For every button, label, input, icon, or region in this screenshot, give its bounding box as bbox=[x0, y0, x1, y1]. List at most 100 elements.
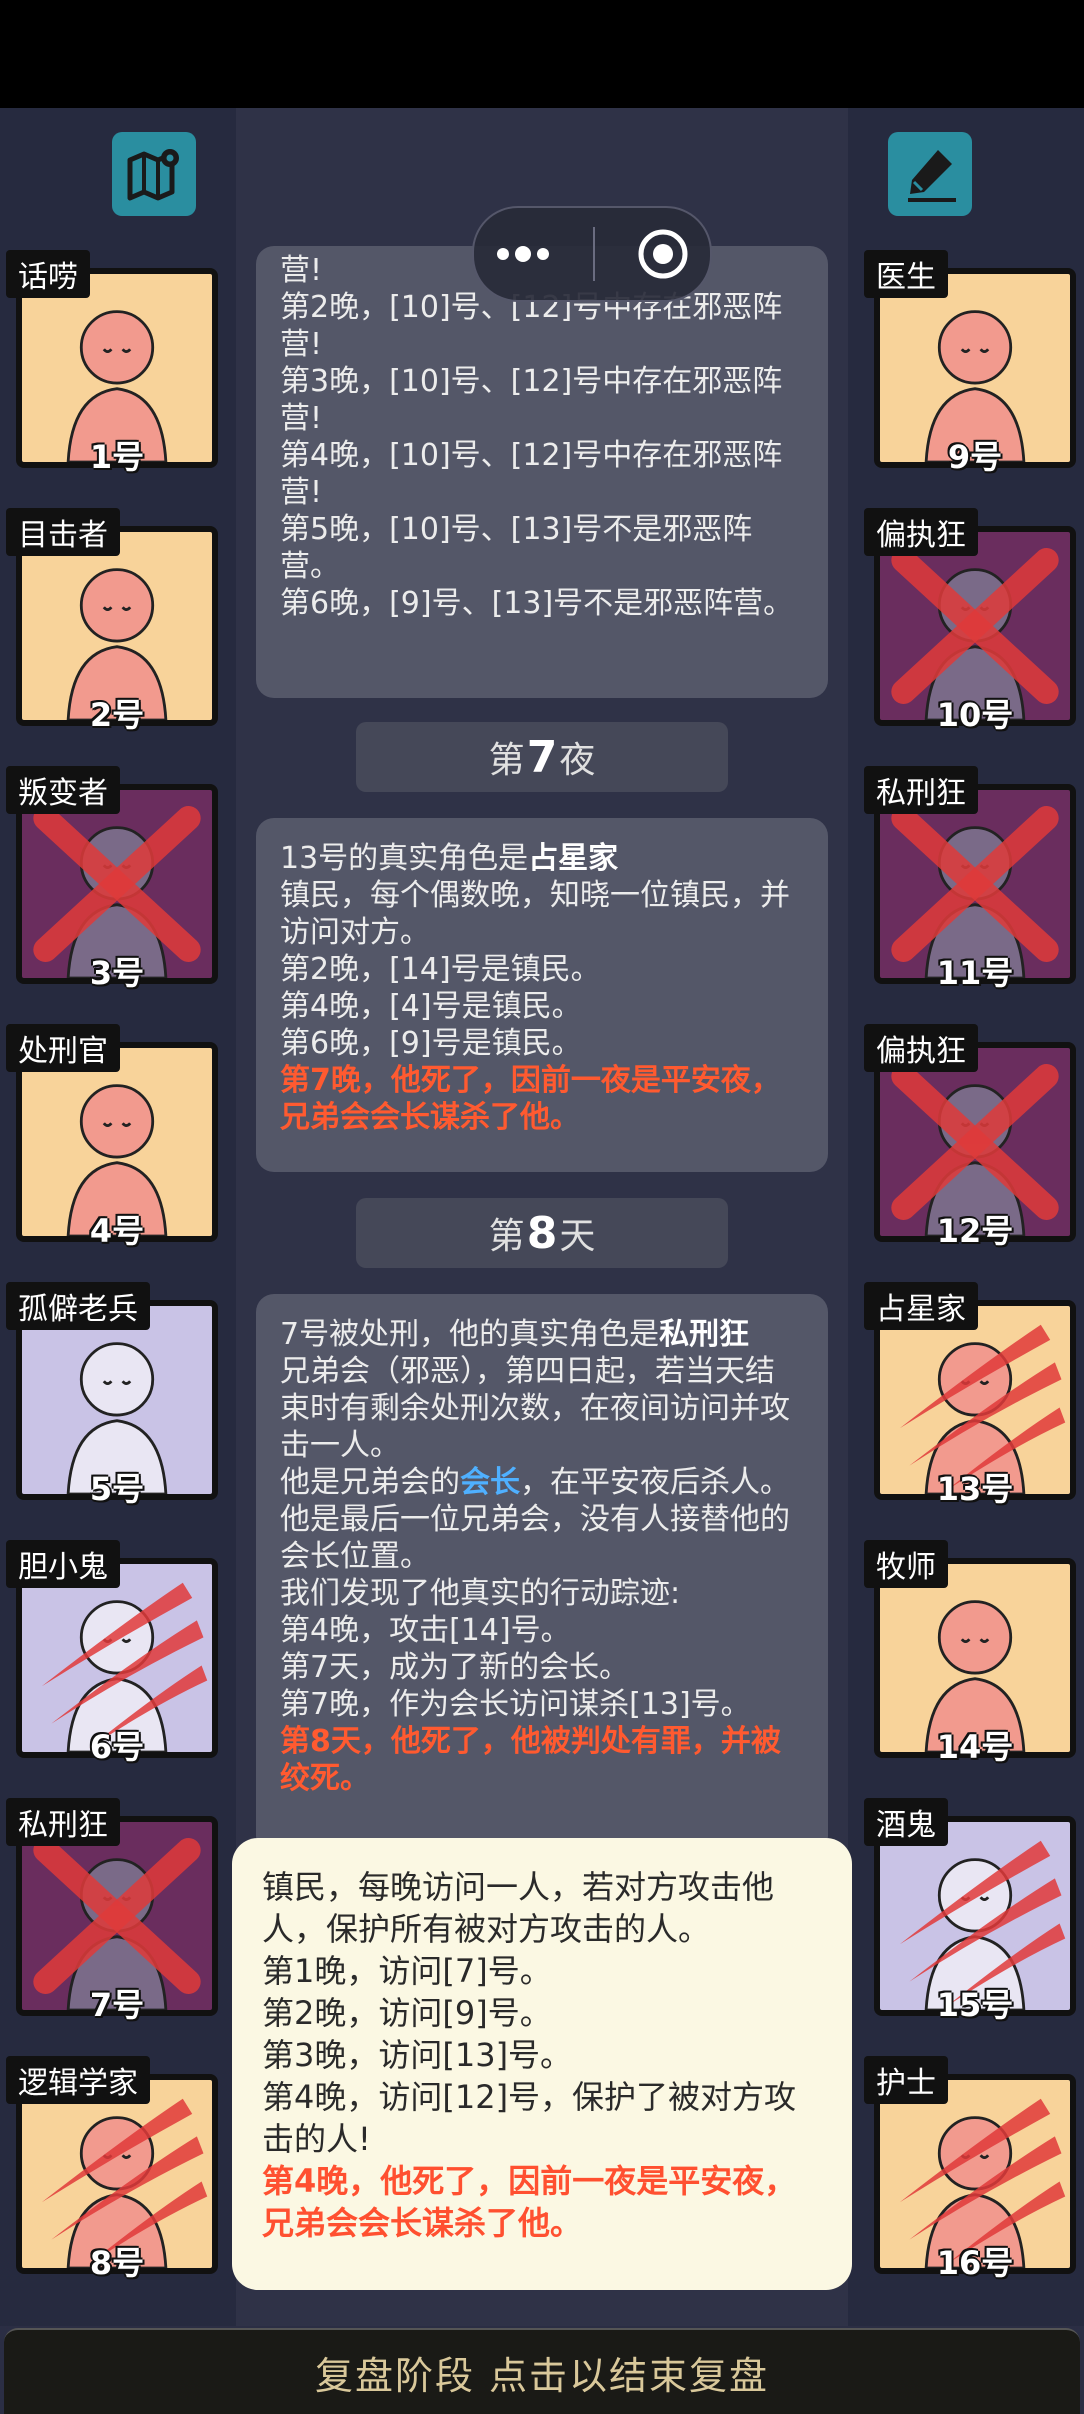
player-number: 7号 bbox=[89, 1986, 145, 2024]
role-label: 牧师 bbox=[864, 1540, 948, 1588]
role-label: 逻辑学家 bbox=[6, 2056, 150, 2104]
mini-program-capsule bbox=[472, 206, 712, 302]
role-detail-popup[interactable]: 镇民，每晚访问一人，若对方攻击他人，保护所有被对方攻击的人。 第1晚，访问[7]… bbox=[232, 1838, 852, 2290]
phase-prefix: 第 bbox=[488, 1216, 525, 1257]
role-label: 偏执狂 bbox=[864, 508, 978, 556]
player-number: 3号 bbox=[89, 954, 145, 992]
player-card[interactable]: 叛变者 3号 bbox=[6, 766, 218, 992]
role-reveal-text: 7号被处刑，他的真实角色是 bbox=[280, 1317, 660, 1352]
death-note: 第8天，他死了，他被判处有罪，并被绞死。 bbox=[280, 1724, 781, 1796]
more-icon[interactable] bbox=[495, 244, 551, 264]
player-number: 2号 bbox=[89, 696, 145, 734]
phase-header-night7: 第7夜 bbox=[356, 722, 728, 792]
player-number: 16号 bbox=[936, 2244, 1014, 2282]
role-label: 处刑官 bbox=[6, 1024, 120, 1072]
end-review-button[interactable]: 复盘阶段 点击以结束复盘 bbox=[4, 2328, 1080, 2414]
log-line: 第4晚，[10]号、[12]号中存在邪恶阵营! bbox=[280, 438, 783, 510]
log-panel-mid: 13号的真实角色是占星家 镇民，每个偶数晚，知晓一位镇民，并访问对方。 第2晚，… bbox=[256, 818, 828, 1172]
popup-line: 镇民，每晚访问一人，若对方攻击他人，保护所有被对方攻击的人。 bbox=[262, 1868, 775, 1948]
player-number: 4号 bbox=[89, 1212, 145, 1250]
player-number: 10号 bbox=[936, 696, 1014, 734]
player-card[interactable]: 孤僻老兵 5号 bbox=[6, 1282, 218, 1508]
log-panel-bottom: 7号被处刑，他的真实角色是私刑狂 兄弟会（邪恶），第四日起，若当天结束时有剩余处… bbox=[256, 1294, 828, 1854]
player-card[interactable]: 占星家 13号 bbox=[864, 1282, 1076, 1508]
edit-button[interactable] bbox=[888, 132, 972, 216]
player-card[interactable]: 私刑狂 7号 bbox=[6, 1798, 218, 2024]
player-card[interactable]: 胆小鬼 6号 bbox=[6, 1540, 218, 1766]
player-card[interactable]: 护士 16号 bbox=[864, 2056, 1076, 2282]
log-line: 第6晚，[9]号是镇民。 bbox=[280, 1026, 582, 1061]
phase-suffix: 夜 bbox=[559, 740, 596, 781]
log-line: 第6晚，[9]号、[13]号不是邪恶阵营。 bbox=[280, 586, 794, 621]
player-card[interactable]: 私刑狂 11号 bbox=[864, 766, 1076, 992]
log-line: 第4晚，[4]号是镇民。 bbox=[280, 989, 582, 1024]
role-label: 偏执狂 bbox=[864, 1024, 978, 1072]
popup-death-note: 第4晚，他死了，因前一夜是平安夜，兄弟会会长谋杀了他。 bbox=[262, 2162, 797, 2242]
log-line: 我们发现了他真实的行动踪迹: bbox=[280, 1576, 681, 1611]
phase-number: 7 bbox=[526, 731, 558, 783]
player-number: 8号 bbox=[89, 2244, 145, 2282]
role-label: 胆小鬼 bbox=[6, 1540, 120, 1588]
role-label: 护士 bbox=[864, 2056, 948, 2104]
player-card[interactable]: 医生 9号 bbox=[864, 250, 1076, 476]
log-panel-top: 营! 第2晚，[10]号、[12]号中存在邪恶阵营! 第3晚，[10]号、[12… bbox=[256, 246, 828, 698]
role-reveal: 13号的真实角色是占星家 bbox=[280, 840, 804, 877]
log-line: 第2晚，[14]号是镇民。 bbox=[280, 952, 601, 987]
log-line: 第3晚，[10]号、[12]号中存在邪恶阵营! bbox=[280, 364, 783, 436]
log-line: 第5晚，[10]号、[13]号不是邪恶阵营。 bbox=[280, 512, 753, 584]
log-line: 第7天，成为了新的会长。 bbox=[280, 1650, 630, 1685]
capsule-divider bbox=[593, 227, 595, 281]
leader-line: 他是兄弟会的会长，在平安夜后杀人。他是最后一位兄弟会，没有人接替他的会长位置。 bbox=[280, 1464, 804, 1575]
role-label: 医生 bbox=[864, 250, 948, 298]
player-number: 6号 bbox=[89, 1728, 145, 1766]
player-card[interactable]: 偏执狂 10号 bbox=[864, 508, 1076, 734]
log-line: 第4晚，攻击[14]号。 bbox=[280, 1613, 571, 1648]
popup-line: 第3晚，访问[13]号。 bbox=[262, 2036, 573, 2074]
player-card[interactable]: 酒鬼 15号 bbox=[864, 1798, 1076, 2024]
role-name: 占星家 bbox=[528, 841, 619, 876]
player-number: 1号 bbox=[89, 438, 145, 476]
phase-number: 8 bbox=[526, 1207, 558, 1259]
player-number: 5号 bbox=[89, 1470, 145, 1508]
phase-prefix: 第 bbox=[488, 740, 525, 781]
player-card[interactable]: 逻辑学家 8号 bbox=[6, 2056, 218, 2282]
role-label: 叛变者 bbox=[6, 766, 120, 814]
role-label: 私刑狂 bbox=[864, 766, 978, 814]
map-button[interactable] bbox=[112, 132, 196, 216]
map-icon bbox=[127, 149, 179, 201]
player-card[interactable]: 牧师 14号 bbox=[864, 1540, 1076, 1766]
popup-line: 第4晚，访问[12]号，保护了被对方攻击的人! bbox=[262, 2078, 797, 2158]
player-card[interactable]: 目击者 2号 bbox=[6, 508, 218, 734]
log-line: 兄弟会（邪恶），第四日起，若当天结束时有剩余处刑次数，在夜间访问并攻击一人。 bbox=[280, 1354, 790, 1463]
edit-icon bbox=[908, 150, 956, 202]
player-card[interactable]: 处刑官 4号 bbox=[6, 1024, 218, 1250]
role-reveal: 7号被处刑，他的真实角色是私刑狂 bbox=[280, 1316, 804, 1353]
role-label: 话唠 bbox=[6, 250, 90, 298]
status-bar bbox=[0, 0, 1084, 108]
log-line: 第7晚，作为会长访问谋杀[13]号。 bbox=[280, 1687, 751, 1722]
phase-suffix: 天 bbox=[559, 1216, 596, 1257]
player-card[interactable]: 话唠 1号 bbox=[6, 250, 218, 476]
player-number: 12号 bbox=[936, 1212, 1014, 1250]
role-reveal-text: 13号的真实角色是 bbox=[280, 841, 529, 876]
player-number: 14号 bbox=[936, 1728, 1014, 1766]
popup-line: 第2晚，访问[9]号。 bbox=[262, 1994, 552, 2032]
popup-line: 第1晚，访问[7]号。 bbox=[262, 1952, 552, 1990]
role-label: 私刑狂 bbox=[6, 1798, 120, 1846]
player-number: 15号 bbox=[936, 1986, 1014, 2024]
leader-text-a: 他是兄弟会的 bbox=[280, 1465, 460, 1500]
role-label: 孤僻老兵 bbox=[6, 1282, 150, 1330]
record-icon[interactable] bbox=[637, 228, 689, 280]
role-label: 占星家 bbox=[864, 1282, 978, 1330]
role-name: 私刑狂 bbox=[659, 1317, 750, 1352]
phase-header-day8: 第8天 bbox=[356, 1198, 728, 1268]
player-number: 13号 bbox=[936, 1470, 1014, 1508]
role-label: 酒鬼 bbox=[864, 1798, 948, 1846]
player-card[interactable]: 偏执狂 12号 bbox=[864, 1024, 1076, 1250]
leader-keyword[interactable]: 会长 bbox=[460, 1465, 520, 1500]
role-label: 目击者 bbox=[6, 508, 120, 556]
player-number: 11号 bbox=[936, 954, 1014, 992]
death-note: 第7晚，他死了，因前一夜是平安夜，兄弟会会长谋杀了他。 bbox=[280, 1063, 781, 1135]
player-number: 9号 bbox=[947, 438, 1003, 476]
log-line: 镇民，每个偶数晚，知晓一位镇民，并访问对方。 bbox=[280, 878, 790, 950]
